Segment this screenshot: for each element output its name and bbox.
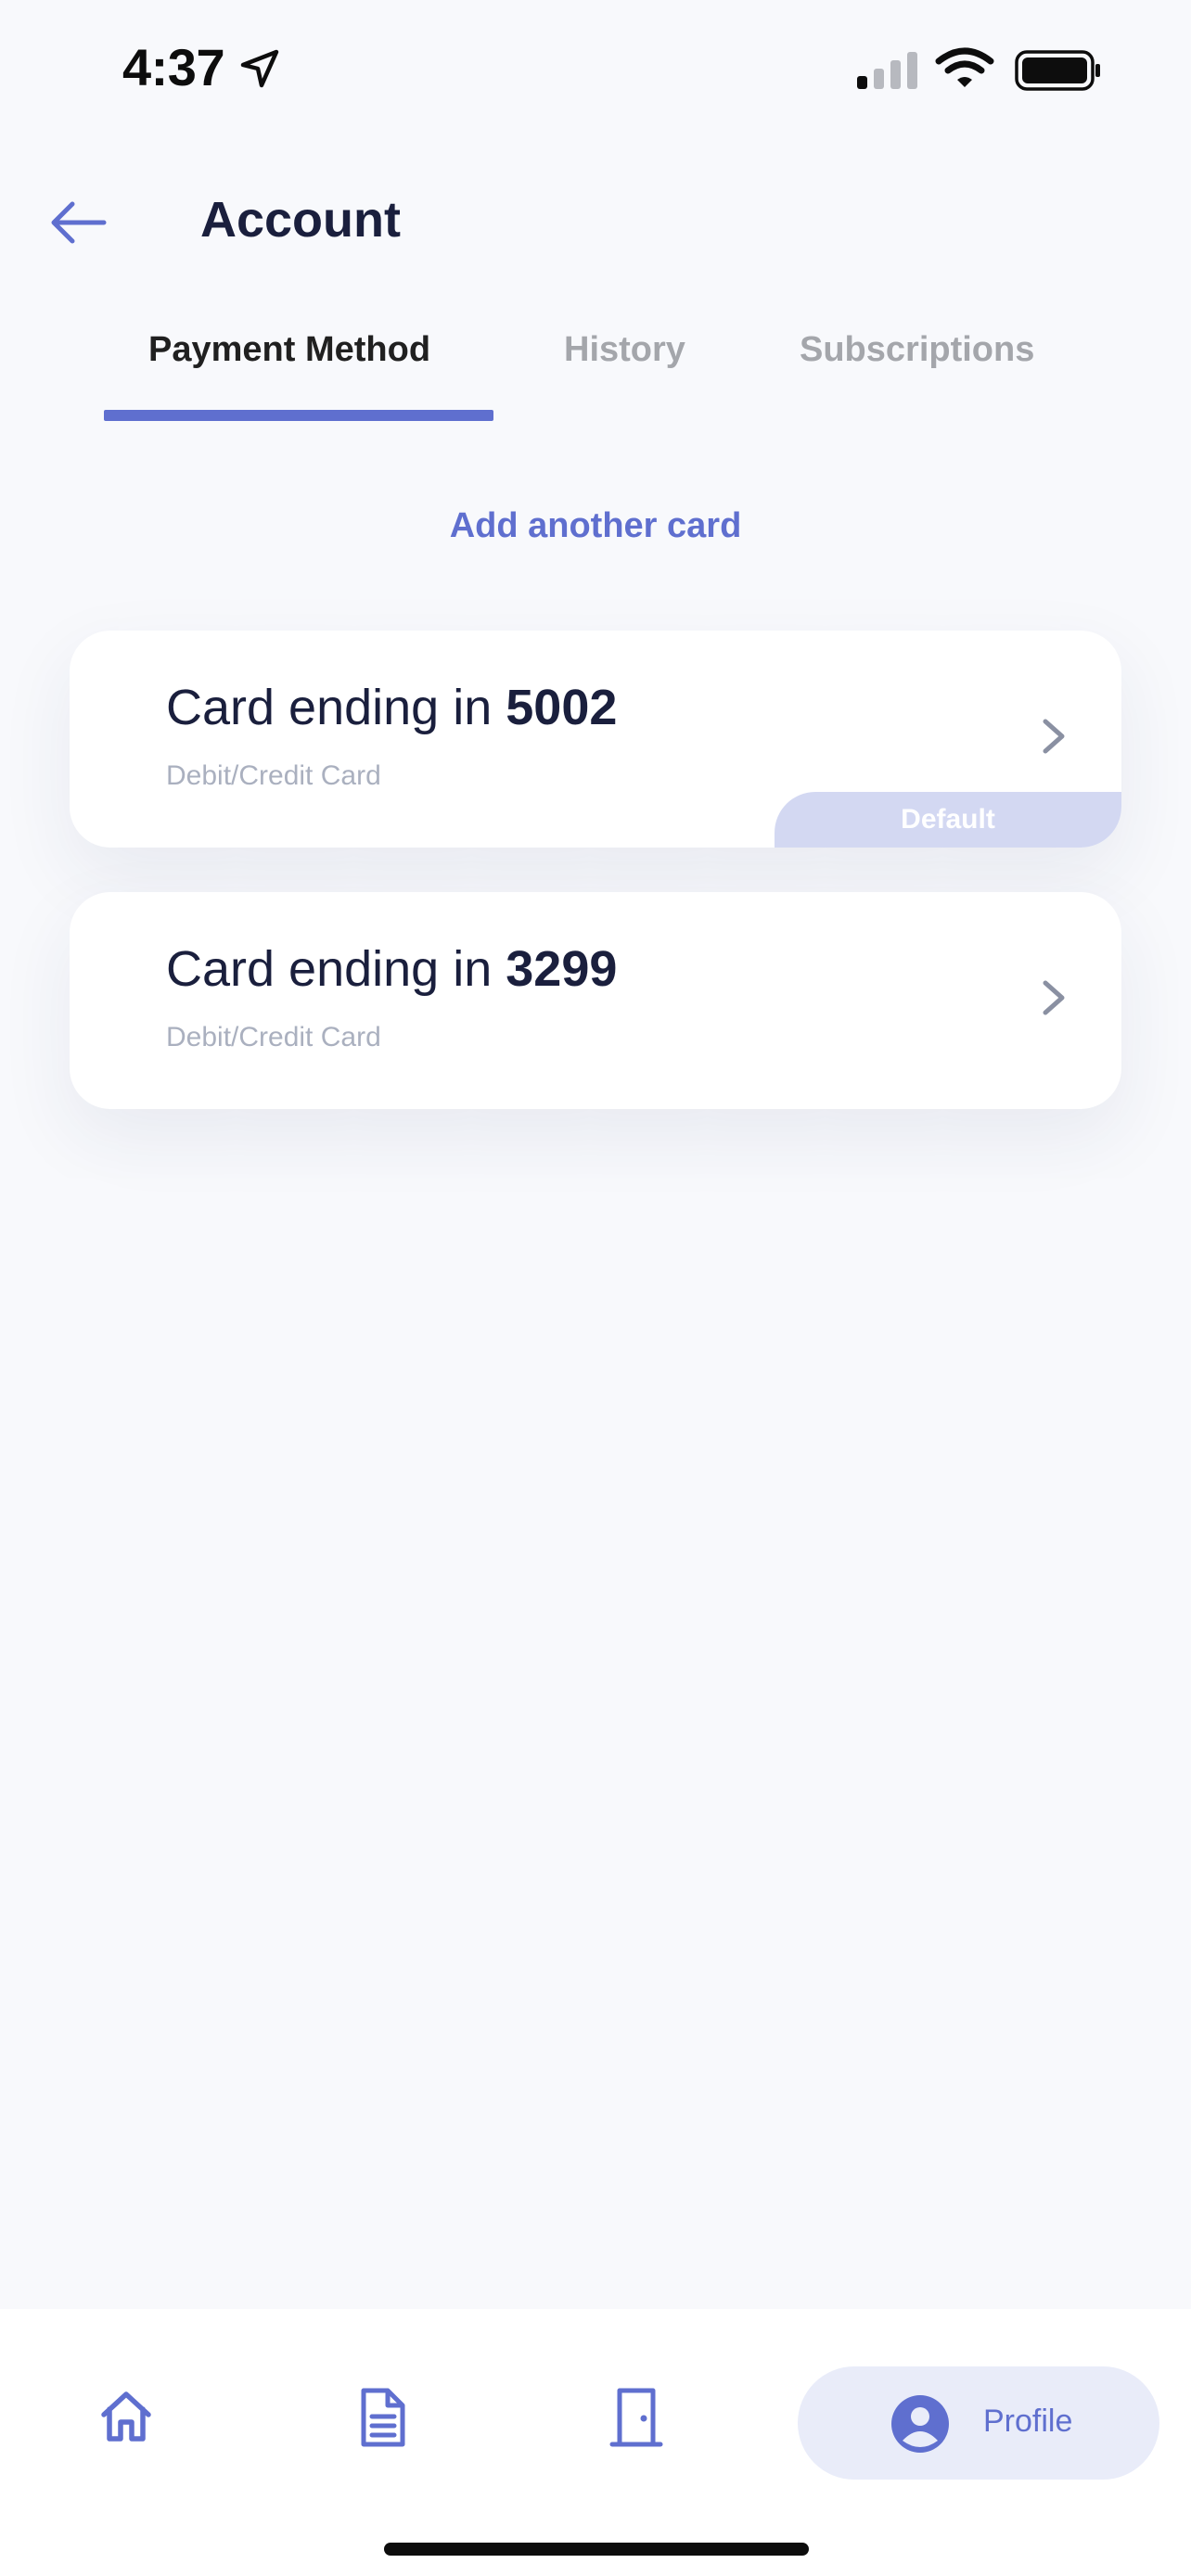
home-icon (101, 2391, 151, 2442)
location-arrow-icon (240, 49, 279, 88)
card-title: Card ending in 5002 (166, 679, 617, 736)
chevron-right-icon (1043, 980, 1065, 1015)
door-icon (609, 2388, 663, 2447)
nav-home-button[interactable] (96, 2387, 156, 2451)
document-icon (361, 2388, 405, 2447)
nav-profile-button[interactable]: Profile (798, 2366, 1159, 2480)
card-title-prefix: Card ending in (166, 680, 506, 735)
user-avatar-icon (891, 2395, 949, 2453)
card-item-3299[interactable]: Card ending in 3299 Debit/Credit Card (70, 892, 1121, 1109)
arrow-left-icon (51, 201, 107, 244)
card-type: Debit/Credit Card (166, 1022, 381, 1052)
default-badge: Default (775, 792, 1121, 848)
card-last-digits: 5002 (506, 680, 618, 735)
tab-history[interactable]: History (564, 330, 685, 370)
card-last-digits: 3299 (506, 941, 618, 997)
card-title-prefix: Card ending in (166, 941, 506, 997)
add-another-card-link[interactable]: Add another card (0, 506, 1191, 546)
nav-door-button[interactable] (608, 2387, 664, 2453)
back-button[interactable] (46, 195, 111, 250)
signal-icon (857, 52, 917, 89)
wifi-icon (935, 47, 994, 87)
nav-documents-button[interactable] (356, 2387, 408, 2453)
chevron-right-icon (1043, 719, 1065, 754)
card-title: Card ending in 3299 (166, 940, 617, 998)
card-type: Debit/Credit Card (166, 760, 381, 791)
tab-payment-method[interactable]: Payment Method (148, 330, 430, 370)
bottom-nav: Profile (0, 2309, 1191, 2576)
profile-label: Profile (983, 2404, 1073, 2439)
status-time: 4:37 (122, 38, 225, 96)
status-bar: 4:37 (0, 0, 1191, 139)
page-title: Account (200, 192, 401, 248)
battery-icon (1015, 50, 1100, 91)
home-indicator (384, 2543, 809, 2556)
card-item-5002[interactable]: Card ending in 5002 Debit/Credit Card De… (70, 631, 1121, 848)
tab-active-indicator (104, 410, 493, 421)
tab-bar: Payment Method History Subscriptions (104, 325, 1087, 427)
tab-subscriptions[interactable]: Subscriptions (800, 330, 1034, 370)
